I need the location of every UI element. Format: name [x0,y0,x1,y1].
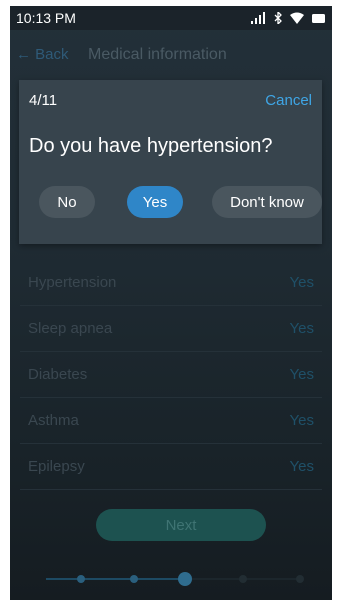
progress-step-dot [296,575,304,583]
list-item-label: Epilepsy [28,458,85,475]
page-title: Medical information [88,46,227,63]
question-counter: 4/11 [29,92,58,109]
phone-screen: 10:13 PM ← Back Medical information 4/11 [10,6,332,600]
list-item[interactable]: Epilepsy Yes [20,444,322,490]
list-item-value: Yes [289,412,314,429]
list-item-label: Sleep apnea [28,320,113,337]
answer-yes-button[interactable]: Yes [127,186,183,218]
status-icons [250,12,326,24]
nav-bar: ← Back Medical information [10,30,332,78]
progress-step-dot [239,575,247,583]
list-item[interactable]: Hypertension Yes [20,260,322,306]
answer-dont-know-button[interactable]: Don't know [212,186,322,218]
progress-line-completed [46,578,180,580]
list-item[interactable]: Sleep apnea Yes [20,306,322,352]
list-item-label: Hypertension [28,274,117,291]
answers-list: Hypertension Yes Sleep apnea Yes Diabete… [20,260,322,490]
next-button[interactable]: Next [96,509,266,541]
question-text: Do you have hypertension? [29,135,273,157]
progress-step-dot [77,575,85,583]
back-button[interactable]: ← Back [16,46,69,63]
question-card: 4/11 Cancel Do you have hypertension? No… [19,80,322,244]
list-item-label: Diabetes [28,366,88,383]
progress-step-dot [130,575,138,583]
list-item[interactable]: Asthma Yes [20,398,322,444]
signal-icon [251,12,265,24]
cancel-button[interactable]: Cancel [265,92,312,109]
progress-step-current [178,572,192,586]
answer-no-button[interactable]: No [39,186,95,218]
list-item-value: Yes [289,274,314,291]
wifi-icon [290,12,304,24]
bluetooth-icon [274,12,282,24]
list-item-value: Yes [289,366,314,383]
status-time: 10:13 PM [16,10,76,26]
progress-stepper [46,572,304,586]
battery-icon [312,13,325,23]
list-item-value: Yes [289,320,314,337]
list-item-label: Asthma [28,412,79,429]
list-item[interactable]: Diabetes Yes [20,352,322,398]
status-bar: 10:13 PM [10,6,332,30]
list-item-value: Yes [289,458,314,475]
